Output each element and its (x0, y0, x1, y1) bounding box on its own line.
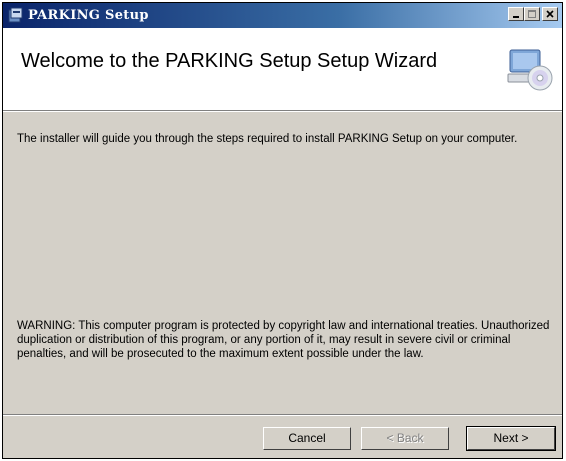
maximize-button[interactable] (524, 7, 540, 21)
minimize-button[interactable] (508, 7, 524, 21)
cancel-button[interactable]: Cancel (263, 427, 351, 450)
title-bar[interactable]: PARKING Setup (3, 3, 562, 28)
back-button[interactable]: < Back (361, 427, 449, 450)
close-button[interactable] (542, 7, 558, 21)
page-title: Welcome to the PARKING Setup Setup Wizar… (21, 50, 438, 72)
setup-window: PARKING Setup Welcome to the PARKING Set… (2, 2, 563, 459)
maximize-icon (528, 10, 536, 18)
next-button[interactable]: Next > (466, 426, 556, 451)
computer-cd-icon (507, 49, 553, 91)
copyright-warning: WARNING: This computer program is protec… (17, 320, 550, 360)
wizard-header: Welcome to the PARKING Setup Setup Wizar… (3, 28, 562, 110)
header-divider (3, 110, 562, 112)
close-icon (546, 10, 554, 18)
minimize-icon (513, 16, 519, 18)
setup-package-icon (8, 7, 23, 23)
footer-divider (3, 414, 562, 416)
intro-text: The installer will guide you through the… (17, 133, 518, 145)
window-title: PARKING Setup (28, 8, 149, 23)
